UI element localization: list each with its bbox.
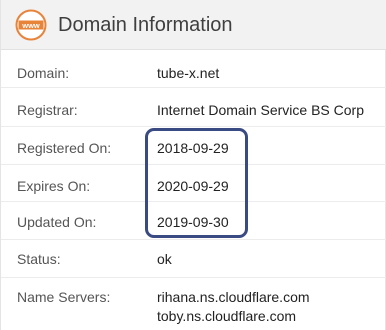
domain-row: Domain: tube-x.net bbox=[1, 50, 386, 88]
expires-on-label: Expires On: bbox=[17, 178, 91, 194]
panel-title: Domain Information bbox=[58, 14, 233, 36]
www-icon: www bbox=[15, 9, 47, 41]
status-row: Status: ok bbox=[1, 240, 386, 278]
registered-on-value: 2018-09-29 bbox=[157, 140, 229, 156]
expires-on-row: Expires On: 2020-09-29 bbox=[1, 165, 386, 202]
registrar-value: Internet Domain Service BS Corp bbox=[157, 102, 364, 118]
status-label: Status: bbox=[17, 251, 61, 267]
name-servers-row: Name Servers: rihana.ns.cloudflare.com t… bbox=[1, 278, 386, 330]
updated-on-row: Updated On: 2019-09-30 bbox=[1, 202, 386, 240]
registered-on-label: Registered On: bbox=[17, 140, 112, 156]
updated-on-label: Updated On: bbox=[17, 214, 97, 230]
domain-label: Domain: bbox=[17, 65, 70, 81]
registrar-label: Registrar: bbox=[17, 102, 78, 118]
registrar-row: Registrar: Internet Domain Service BS Co… bbox=[1, 88, 386, 127]
updated-on-value: 2019-09-30 bbox=[157, 214, 229, 230]
expires-on-value: 2020-09-29 bbox=[157, 178, 229, 194]
domain-value: tube-x.net bbox=[157, 65, 220, 81]
domain-information-panel: www Domain Information Domain: tube-x.ne… bbox=[0, 0, 386, 330]
registered-on-row: Registered On: 2018-09-29 bbox=[1, 127, 386, 165]
svg-text:www: www bbox=[21, 21, 40, 30]
panel-header: www Domain Information bbox=[1, 0, 386, 50]
name-servers-label: Name Servers: bbox=[17, 289, 111, 305]
name-server-1: rihana.ns.cloudflare.com bbox=[157, 289, 310, 305]
status-value: ok bbox=[157, 251, 172, 267]
name-server-2: toby.ns.cloudflare.com bbox=[157, 308, 297, 324]
